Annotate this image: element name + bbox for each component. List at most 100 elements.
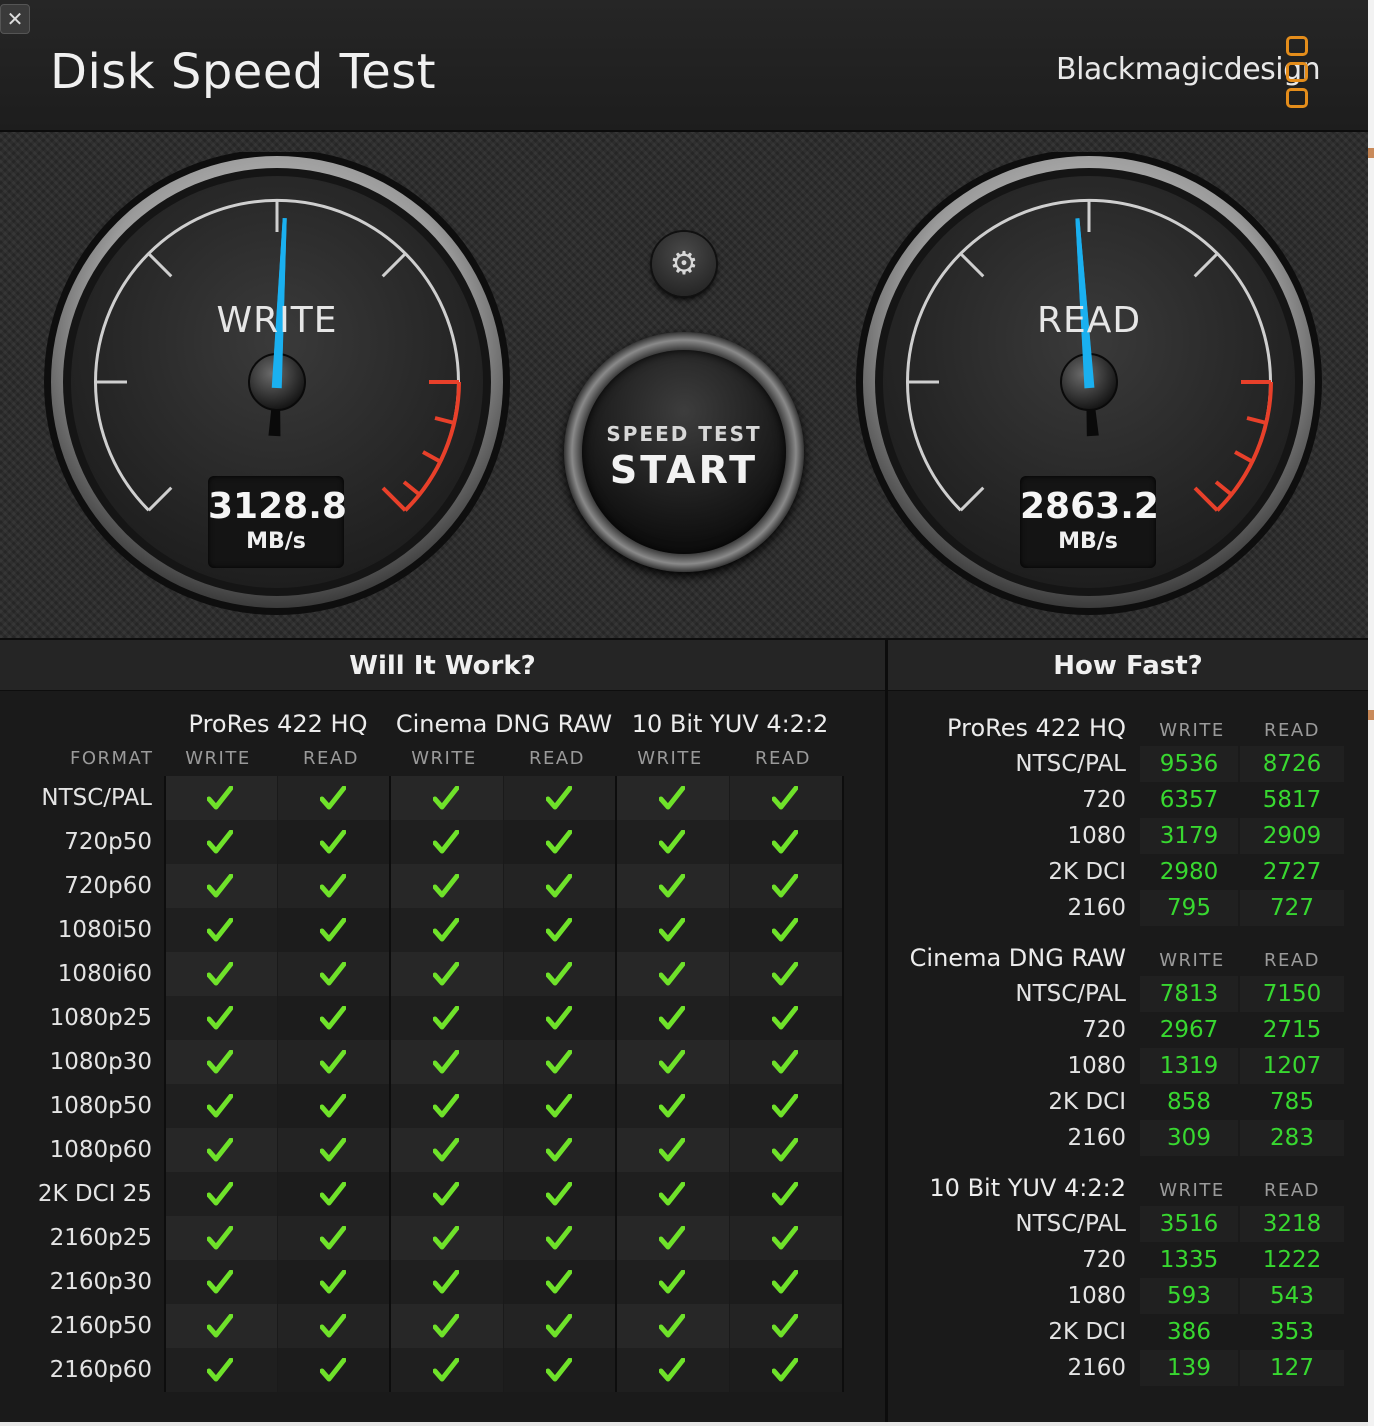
how-fast-title: How Fast?: [888, 640, 1368, 691]
write-fps-value: 9536: [1140, 746, 1238, 782]
read-gauge: READ 2863.2 MB/s: [852, 149, 1326, 618]
check-cell: [617, 1348, 729, 1392]
check-cell: [504, 1040, 616, 1084]
checkmark-icon: [433, 1182, 459, 1206]
title-bar: ✕ Disk Speed Test Blackmagicdesign: [0, 0, 1368, 132]
will-it-work-panel: Will It Work? ProRes 422 HQ Cinema DNG R…: [0, 640, 885, 1422]
write-fps-value: 858: [1140, 1084, 1238, 1120]
close-button[interactable]: ✕: [0, 4, 30, 34]
write-speed-unit: MB/s: [246, 529, 306, 554]
resolution-row: 2K DCI 858 785: [888, 1084, 1368, 1120]
checkmark-icon: [659, 918, 685, 942]
resolution-label: 1080: [1067, 1053, 1126, 1079]
check-cell: [617, 820, 729, 864]
format-label: 2160p50: [49, 1313, 152, 1339]
write-fps-value: 309: [1140, 1120, 1238, 1156]
write-fps-value: 6357: [1140, 782, 1238, 818]
checkmark-icon: [320, 1182, 346, 1206]
write-fps-value: 3516: [1140, 1206, 1238, 1242]
checkmark-icon: [772, 830, 798, 854]
format-row: 720p50: [64, 820, 843, 864]
write-fps-value: 2967: [1140, 1012, 1238, 1048]
checkmark-icon: [546, 1358, 572, 1382]
checkmark-icon: [207, 1270, 233, 1294]
checkmark-icon: [772, 1226, 798, 1250]
write-fps-value: 3179: [1140, 818, 1238, 854]
app-title: Disk Speed Test: [50, 44, 437, 100]
settings-button[interactable]: ⚙: [652, 232, 716, 296]
check-cell: [730, 1040, 842, 1084]
start-button-label: START: [609, 448, 759, 492]
checkmark-icon: [772, 874, 798, 898]
resolution-label: 1080: [1067, 1283, 1126, 1309]
write-fps-value: 139: [1140, 1350, 1238, 1386]
checkmark-icon: [546, 1314, 572, 1338]
check-cell: [278, 1128, 390, 1172]
read-fps-value: 727: [1240, 890, 1344, 926]
format-row: 2160p50: [50, 1304, 843, 1348]
dng-read-header: READ: [528, 748, 586, 769]
checkmark-icon: [207, 786, 233, 810]
resolution-label: NTSC/PAL: [1015, 981, 1126, 1007]
resolution-row: 720 1335 1222: [888, 1242, 1368, 1278]
check-cell: [391, 1040, 503, 1084]
format-label: 720p50: [64, 829, 152, 855]
read-fps-value: 2727: [1240, 854, 1344, 890]
checkmark-icon: [207, 962, 233, 986]
check-cell: [278, 1040, 390, 1084]
gear-icon: ⚙: [669, 244, 699, 282]
read-fps-value: 1222: [1240, 1242, 1344, 1278]
checkmark-icon: [207, 830, 233, 854]
read-column-header: READ: [1263, 1180, 1321, 1201]
check-cell: [504, 1304, 616, 1348]
check-cell: [504, 820, 616, 864]
format-label: 720p60: [64, 873, 152, 899]
checkmark-icon: [772, 1138, 798, 1162]
check-cell: [617, 908, 729, 952]
checkmark-icon: [772, 1358, 798, 1382]
resolution-row: 2K DCI 386 353: [888, 1314, 1368, 1350]
write-readout: 3128.8 MB/s: [208, 476, 347, 568]
check-cell: [278, 1348, 390, 1392]
checkmark-icon: [659, 1182, 685, 1206]
check-cell: [617, 1260, 729, 1304]
format-row: 1080p30: [50, 1040, 843, 1084]
will-it-work-title: Will It Work?: [0, 640, 885, 691]
checkmark-icon: [546, 1138, 572, 1162]
check-cell: [391, 1128, 503, 1172]
check-cell: [730, 776, 842, 820]
format-row: 1080i50: [58, 908, 843, 952]
checkmark-icon: [320, 962, 346, 986]
check-cell: [730, 996, 842, 1040]
check-cell: [165, 1084, 277, 1128]
check-cell: [504, 1216, 616, 1260]
brand-logo-icon: [1286, 36, 1308, 114]
checkmark-icon: [772, 1270, 798, 1294]
write-gauge: WRITE 3128.8 MB/s: [40, 149, 514, 618]
check-cell: [617, 1216, 729, 1260]
brand-name: Blackmagicdesign: [1056, 52, 1321, 87]
write-speed-value: 3128.8: [208, 486, 347, 527]
read-fps-value: 543: [1240, 1278, 1344, 1314]
write-fps-value: 1319: [1140, 1048, 1238, 1084]
checkmark-icon: [546, 1270, 572, 1294]
check-cell: [278, 952, 390, 996]
resolution-label: 2160: [1067, 1125, 1126, 1151]
grid-separator: [842, 776, 844, 1392]
check-cell: [165, 820, 277, 864]
resolution-label: 720: [1082, 1017, 1126, 1043]
checkmark-icon: [546, 1050, 572, 1074]
check-cell: [391, 952, 503, 996]
resolution-label: 1080: [1067, 823, 1126, 849]
format-label: 2K DCI 25: [37, 1181, 152, 1207]
checkmark-icon: [659, 1314, 685, 1338]
grid-separator: [615, 776, 617, 1392]
checkmark-icon: [659, 1138, 685, 1162]
yuv-read-header: READ: [754, 748, 812, 769]
speed-test-start-button[interactable]: SPEED TEST START: [564, 332, 804, 572]
resolution-row: 1080 593 543: [888, 1278, 1368, 1314]
checkmark-icon: [546, 1094, 572, 1118]
resolution-label: 2K DCI: [1048, 1319, 1126, 1345]
format-row: 2160p25: [50, 1216, 843, 1260]
checkmark-icon: [659, 962, 685, 986]
